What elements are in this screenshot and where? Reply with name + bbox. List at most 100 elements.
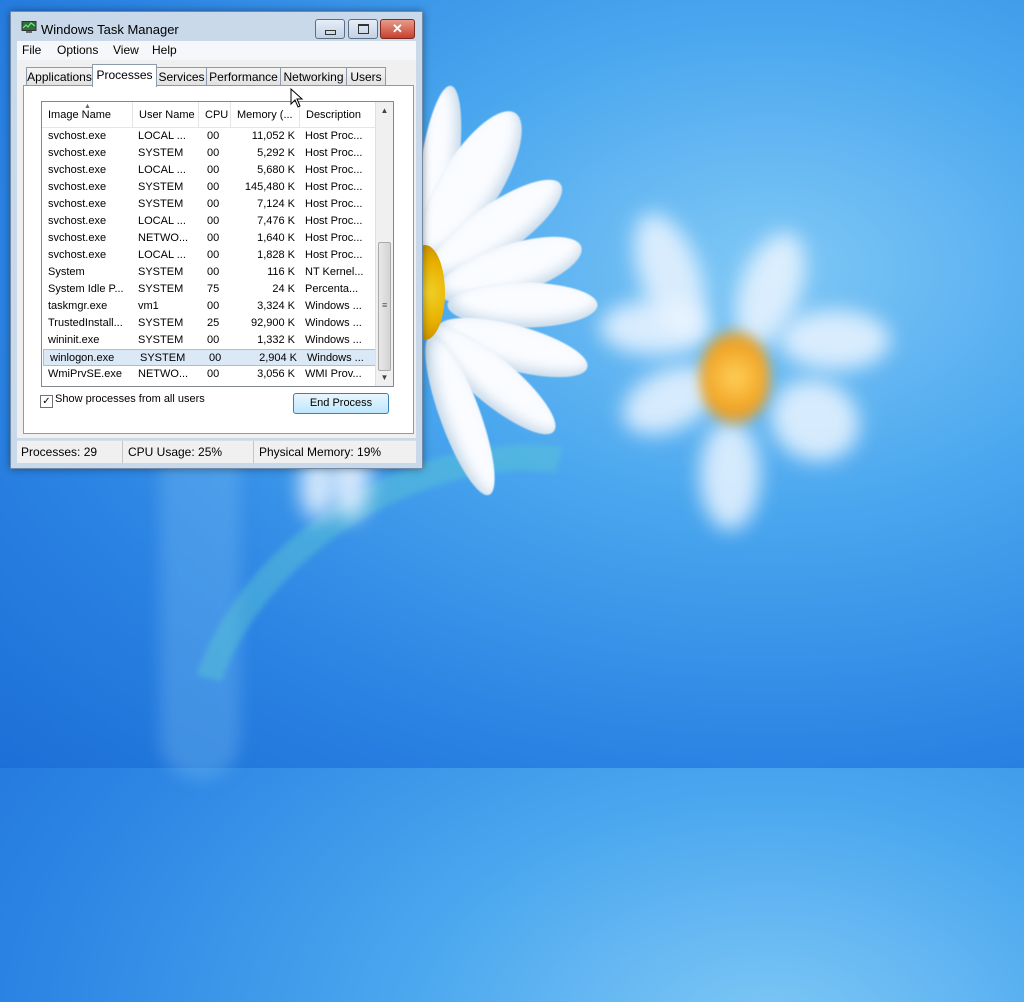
table-row[interactable]: svchost.exe SYSTEM 00 5,292 K Host Proc... — [42, 145, 376, 162]
table-row[interactable]: svchost.exe SYSTEM 00 145,480 K Host Proc... — [42, 179, 376, 196]
end-process-button[interactable]: End Process — [293, 393, 389, 414]
table-row[interactable]: svchost.exe NETWO... 00 1,640 K Host Proc... — [42, 230, 376, 247]
table-row[interactable]: winlogon.exe SYSTEM 00 2,904 K Windows ... — [43, 349, 376, 366]
cell-memory: 2,904 K — [259, 352, 297, 364]
scroll-down-icon[interactable]: ▼ — [376, 369, 393, 386]
menu-bar: File Options View Help — [17, 41, 416, 60]
process-list[interactable]: ▲ Image Name User Name CPU Memory (... D… — [41, 101, 394, 387]
cell-user-name: SYSTEM — [138, 198, 184, 210]
maximize-button[interactable] — [348, 19, 378, 39]
status-bar: Processes: 29 CPU Usage: 25% Physical Me… — [17, 440, 416, 463]
task-manager-icon — [21, 21, 37, 34]
grip-icon: ≡ — [382, 300, 388, 310]
cell-user-name: LOCAL ... — [138, 130, 186, 142]
table-row[interactable]: taskmgr.exe vm1 00 3,324 K Windows ... — [42, 298, 376, 315]
column-description[interactable]: Description — [300, 102, 376, 127]
cell-image-name: svchost.exe — [48, 130, 107, 142]
close-button[interactable]: ✕ — [380, 19, 415, 39]
cell-image-name: WmiPrvSE.exe — [48, 368, 122, 380]
maximize-icon — [358, 24, 369, 34]
cell-user-name: vm1 — [138, 300, 159, 312]
cell-image-name: svchost.exe — [48, 198, 107, 210]
cell-image-name: wininit.exe — [48, 334, 100, 346]
cell-cpu: 00 — [207, 232, 220, 244]
minimize-button[interactable] — [315, 19, 345, 39]
tab-applications[interactable]: Applications — [26, 67, 93, 86]
task-manager-window[interactable]: Windows Task Manager ✕ File Options View… — [10, 11, 423, 469]
cell-image-name: svchost.exe — [48, 249, 107, 261]
blurred-daisy-petal — [780, 310, 890, 370]
blurred-daisy-petal — [757, 364, 873, 476]
cell-memory: 3,056 K — [257, 368, 295, 380]
column-image-name[interactable]: ▲ Image Name — [42, 102, 133, 127]
cell-user-name: SYSTEM — [138, 266, 184, 278]
vertical-scrollbar[interactable]: ▲ ≡ ▼ — [375, 102, 393, 386]
table-row[interactable]: System Idle P... SYSTEM 75 24 K Percenta... — [42, 281, 376, 298]
menu-options[interactable]: Options — [55, 43, 100, 57]
tab-processes[interactable]: Processes — [92, 64, 157, 87]
table-row[interactable]: svchost.exe LOCAL ... 00 11,052 K Host Proc.… — [42, 128, 376, 145]
table-row[interactable]: svchost.exe LOCAL ... 00 1,828 K Host Proc..… — [42, 247, 376, 264]
cell-image-name: svchost.exe — [48, 181, 107, 193]
cell-memory: 116 K — [267, 266, 295, 278]
tab-networking[interactable]: Networking — [280, 67, 347, 86]
cell-cpu: 00 — [207, 300, 220, 312]
cell-description: WMI Prov... — [305, 368, 362, 380]
list-header: ▲ Image Name User Name CPU Memory (... D… — [42, 102, 376, 128]
cell-image-name: winlogon.exe — [50, 352, 115, 364]
cell-image-name: taskmgr.exe — [48, 300, 108, 312]
cell-cpu: 00 — [207, 147, 220, 159]
cell-memory: 7,124 K — [257, 198, 295, 210]
tab-services[interactable]: Services — [156, 67, 207, 86]
cell-cpu: 00 — [207, 198, 220, 210]
cell-description: Windows ... — [305, 300, 362, 312]
title-bar[interactable]: Windows Task Manager ✕ — [11, 12, 422, 42]
cell-cpu: 00 — [207, 334, 220, 346]
cell-user-name: SYSTEM — [138, 283, 184, 295]
cell-image-name: System — [48, 266, 85, 278]
cell-cpu: 00 — [207, 181, 220, 193]
table-row[interactable]: svchost.exe LOCAL ... 00 7,476 K Host Proc..… — [42, 213, 376, 230]
window-title: Windows Task Manager — [41, 22, 179, 37]
show-all-users-label[interactable]: Show processes from all users — [55, 393, 205, 405]
table-row[interactable]: wininit.exe SYSTEM 00 1,332 K Windows ... — [42, 332, 376, 349]
table-row[interactable]: WmiPrvSE.exe NETWO... 00 3,056 K WMI Prov... — [42, 366, 376, 383]
tab-users[interactable]: Users — [346, 67, 386, 86]
cell-description: Windows ... — [305, 317, 362, 329]
menu-view[interactable]: View — [111, 43, 141, 57]
cell-memory: 5,292 K — [257, 147, 295, 159]
tab-performance[interactable]: Performance — [206, 67, 281, 86]
cell-memory: 3,324 K — [257, 300, 295, 312]
scroll-up-icon[interactable]: ▲ — [376, 102, 393, 119]
cell-description: Host Proc... — [305, 164, 363, 176]
scrollbar-thumb[interactable]: ≡ — [378, 242, 391, 371]
menu-file[interactable]: File — [20, 43, 43, 57]
cell-cpu: 00 — [207, 266, 220, 278]
table-row[interactable]: svchost.exe LOCAL ... 00 5,680 K Host Proc..… — [42, 162, 376, 179]
table-row[interactable]: System SYSTEM 00 116 K NT Kernel... — [42, 264, 376, 281]
table-row[interactable]: TrustedInstall... SYSTEM 25 92,900 K Windows… — [42, 315, 376, 332]
status-processes: Processes: 29 — [17, 441, 123, 463]
process-rows: svchost.exe LOCAL ... 00 11,052 K Host Proc.… — [42, 128, 376, 383]
blurred-daisy-center — [700, 330, 770, 425]
cell-description: Host Proc... — [305, 232, 363, 244]
cell-description: Percenta... — [305, 283, 359, 295]
cell-image-name: svchost.exe — [48, 215, 107, 227]
cell-memory: 145,480 K — [244, 181, 295, 193]
cell-description: NT Kernel... — [305, 266, 364, 278]
sort-ascending-icon: ▲ — [84, 103, 91, 110]
cell-image-name: svchost.exe — [48, 164, 107, 176]
cell-user-name: LOCAL ... — [138, 164, 186, 176]
blurred-daisy-petal — [700, 420, 760, 530]
cell-image-name: svchost.exe — [48, 232, 107, 244]
menu-help[interactable]: Help — [150, 43, 179, 57]
cell-cpu: 00 — [209, 352, 222, 364]
blurred-daisy-petal — [600, 300, 710, 355]
show-all-users-checkbox[interactable]: ✓ — [40, 395, 53, 408]
cell-description: Host Proc... — [305, 198, 363, 210]
column-cpu[interactable]: CPU — [199, 102, 231, 127]
cell-memory: 24 K — [272, 283, 295, 295]
table-row[interactable]: svchost.exe SYSTEM 00 7,124 K Host Proc... — [42, 196, 376, 213]
cell-user-name: NETWO... — [138, 368, 189, 380]
column-user-name[interactable]: User Name — [133, 102, 199, 127]
